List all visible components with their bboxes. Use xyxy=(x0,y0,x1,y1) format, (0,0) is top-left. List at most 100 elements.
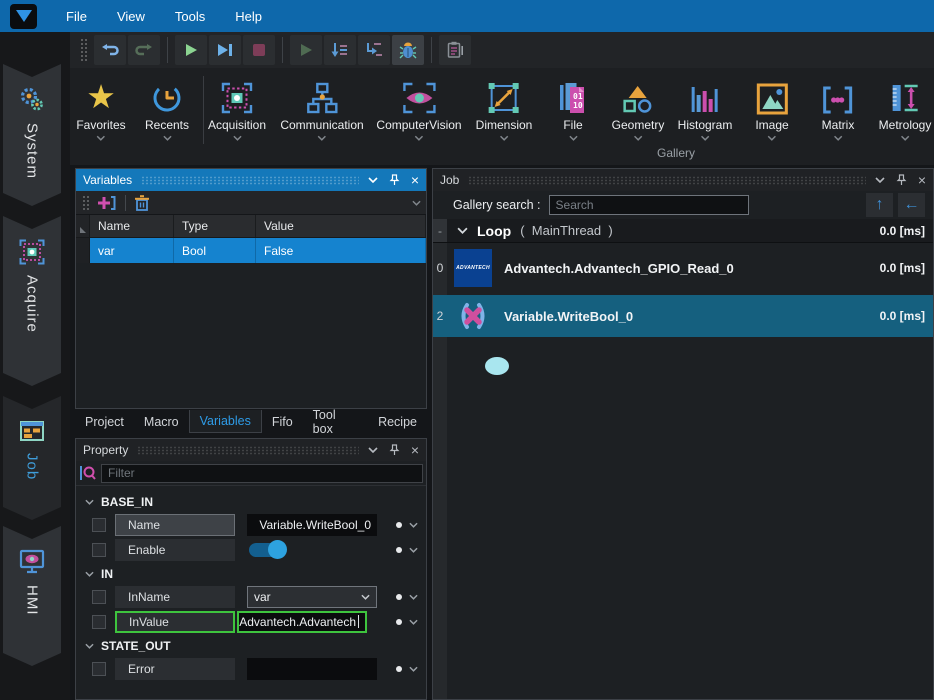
redo-button[interactable] xyxy=(128,35,160,65)
panel-drag-texture[interactable] xyxy=(141,176,359,185)
gallery-item-metrology[interactable]: Metrology xyxy=(879,73,932,141)
section-state-out[interactable]: STATE_OUT xyxy=(80,636,422,656)
gallery-item-favorites[interactable]: ★ Favorites xyxy=(76,73,125,141)
chevron-down-icon[interactable] xyxy=(569,135,578,141)
job-panel-header[interactable]: Job × xyxy=(433,169,933,191)
gallery-item-geometry[interactable]: Geometry xyxy=(612,73,665,141)
gallery-item-histogram[interactable]: Histogram xyxy=(678,73,733,141)
chevron-down-icon[interactable] xyxy=(409,666,418,672)
step-over-button[interactable] xyxy=(358,35,390,65)
error-value-field[interactable] xyxy=(247,658,377,680)
chevron-down-icon[interactable] xyxy=(163,135,172,141)
variable-value[interactable]: False xyxy=(256,238,426,263)
chevron-down-icon[interactable] xyxy=(409,547,418,553)
name-value-field[interactable]: Variable.WriteBool_0 xyxy=(247,514,377,536)
move-up-button[interactable]: ↑ xyxy=(866,193,893,217)
chevron-down-icon[interactable] xyxy=(767,135,776,141)
step-run-button[interactable] xyxy=(209,35,241,65)
binding-dot-icon[interactable] xyxy=(396,666,402,672)
delete-variable-button[interactable] xyxy=(131,195,153,211)
property-label[interactable]: InName xyxy=(115,586,235,608)
chevron-down-icon[interactable] xyxy=(233,135,242,141)
close-icon[interactable]: × xyxy=(411,443,419,457)
inname-dropdown[interactable]: var xyxy=(247,586,377,608)
gallery-item-file[interactable]: 0110 File xyxy=(558,73,588,141)
variable-row-selected[interactable]: var Bool False xyxy=(76,238,426,263)
checkbox[interactable] xyxy=(92,518,106,532)
back-button[interactable]: ← xyxy=(898,193,925,217)
toolbar-grip[interactable] xyxy=(82,195,89,211)
checkbox[interactable] xyxy=(92,590,106,604)
property-label[interactable]: Error xyxy=(115,658,235,680)
chevron-down-icon[interactable] xyxy=(701,135,710,141)
checkbox[interactable] xyxy=(92,662,106,676)
menu-tools[interactable]: Tools xyxy=(160,0,220,32)
checkbox[interactable] xyxy=(92,543,106,557)
tab-variables[interactable]: Variables xyxy=(189,410,262,433)
gallery-item-matrix[interactable]: Matrix xyxy=(822,73,855,141)
column-header-name[interactable]: Name xyxy=(90,215,174,237)
chevron-down-icon[interactable] xyxy=(875,177,885,183)
chevron-down-icon[interactable] xyxy=(96,135,105,141)
invalue-field[interactable]: Advantech.Advantech xyxy=(237,611,367,633)
chevron-down-icon[interactable] xyxy=(409,594,418,600)
binding-dot-icon[interactable] xyxy=(396,522,402,528)
section-base-in[interactable]: BASE_IN xyxy=(80,492,422,512)
run-once-button[interactable] xyxy=(290,35,322,65)
column-header-value[interactable]: Value xyxy=(256,215,426,237)
tab-recipe[interactable]: Recipe xyxy=(368,410,427,433)
menu-view[interactable]: View xyxy=(102,0,160,32)
enable-toggle[interactable] xyxy=(249,543,285,557)
chevron-down-icon[interactable] xyxy=(409,619,418,625)
menu-file[interactable]: File xyxy=(51,0,102,32)
binding-dot-icon[interactable] xyxy=(396,619,402,625)
tab-fifo[interactable]: Fifo xyxy=(262,410,303,433)
gallery-item-recents[interactable]: Recents xyxy=(145,73,189,141)
undo-button[interactable] xyxy=(94,35,126,65)
menu-help[interactable]: Help xyxy=(220,0,277,32)
binding-dot-icon[interactable] xyxy=(396,594,402,600)
job-item-writebool[interactable]: 2 Variable.WriteBool_0 0.0 [ms] xyxy=(433,295,933,337)
gallery-search-input[interactable] xyxy=(549,195,749,215)
gallery-item-acquisition[interactable]: Acquisition xyxy=(208,73,266,141)
tab-macro[interactable]: Macro xyxy=(134,410,189,433)
close-icon[interactable]: × xyxy=(411,173,419,187)
chevron-down-icon[interactable] xyxy=(833,135,842,141)
chevron-down-icon[interactable] xyxy=(499,135,508,141)
gallery-item-dimension[interactable]: Dimension xyxy=(476,73,533,141)
sidebar-tab-acquire[interactable]: Acquire xyxy=(3,216,61,386)
debug-button[interactable] xyxy=(392,35,424,65)
sidebar-tab-system[interactable]: System xyxy=(3,64,61,206)
property-label[interactable]: Enable xyxy=(115,539,235,561)
sidebar-tab-job[interactable]: Job xyxy=(3,396,61,520)
step-into-button[interactable] xyxy=(324,35,356,65)
chevron-down-icon[interactable] xyxy=(318,135,327,141)
panel-drag-texture[interactable] xyxy=(137,446,358,455)
pin-icon[interactable] xyxy=(389,444,400,456)
chevron-down-icon[interactable] xyxy=(901,135,910,141)
toolbar-grip[interactable] xyxy=(80,38,87,62)
chevron-down-icon[interactable] xyxy=(409,522,418,528)
gallery-item-computervision[interactable]: ComputerVision xyxy=(376,73,461,141)
toolbar-overflow-icon[interactable] xyxy=(412,200,421,206)
property-label-highlighted[interactable]: InValue xyxy=(115,611,235,633)
pin-icon[interactable] xyxy=(896,174,907,186)
column-header-type[interactable]: Type xyxy=(174,215,256,237)
filter-input[interactable] xyxy=(101,464,423,483)
section-in[interactable]: IN xyxy=(80,564,422,584)
collapse-chevron-icon[interactable] xyxy=(457,227,468,234)
job-item-gpio-read[interactable]: 0 ADVANTECH Advantech.Advantech_GPIO_Rea… xyxy=(433,247,933,289)
tab-toolbox[interactable]: Tool box xyxy=(303,410,368,433)
property-label[interactable]: Name xyxy=(115,514,235,536)
chevron-down-icon[interactable] xyxy=(634,135,643,141)
stop-button[interactable] xyxy=(243,35,275,65)
variable-name[interactable]: var xyxy=(90,238,174,263)
gallery-item-image[interactable]: Image xyxy=(755,73,788,141)
chevron-down-icon[interactable] xyxy=(415,135,424,141)
loop-header-row[interactable]: - Loop ( MainThread ) 0.0 [ms] xyxy=(433,219,933,243)
report-button[interactable] xyxy=(439,35,471,65)
property-panel-header[interactable]: Property × xyxy=(76,439,426,461)
tab-project[interactable]: Project xyxy=(75,410,134,433)
chevron-down-icon[interactable] xyxy=(368,177,378,183)
run-button[interactable] xyxy=(175,35,207,65)
